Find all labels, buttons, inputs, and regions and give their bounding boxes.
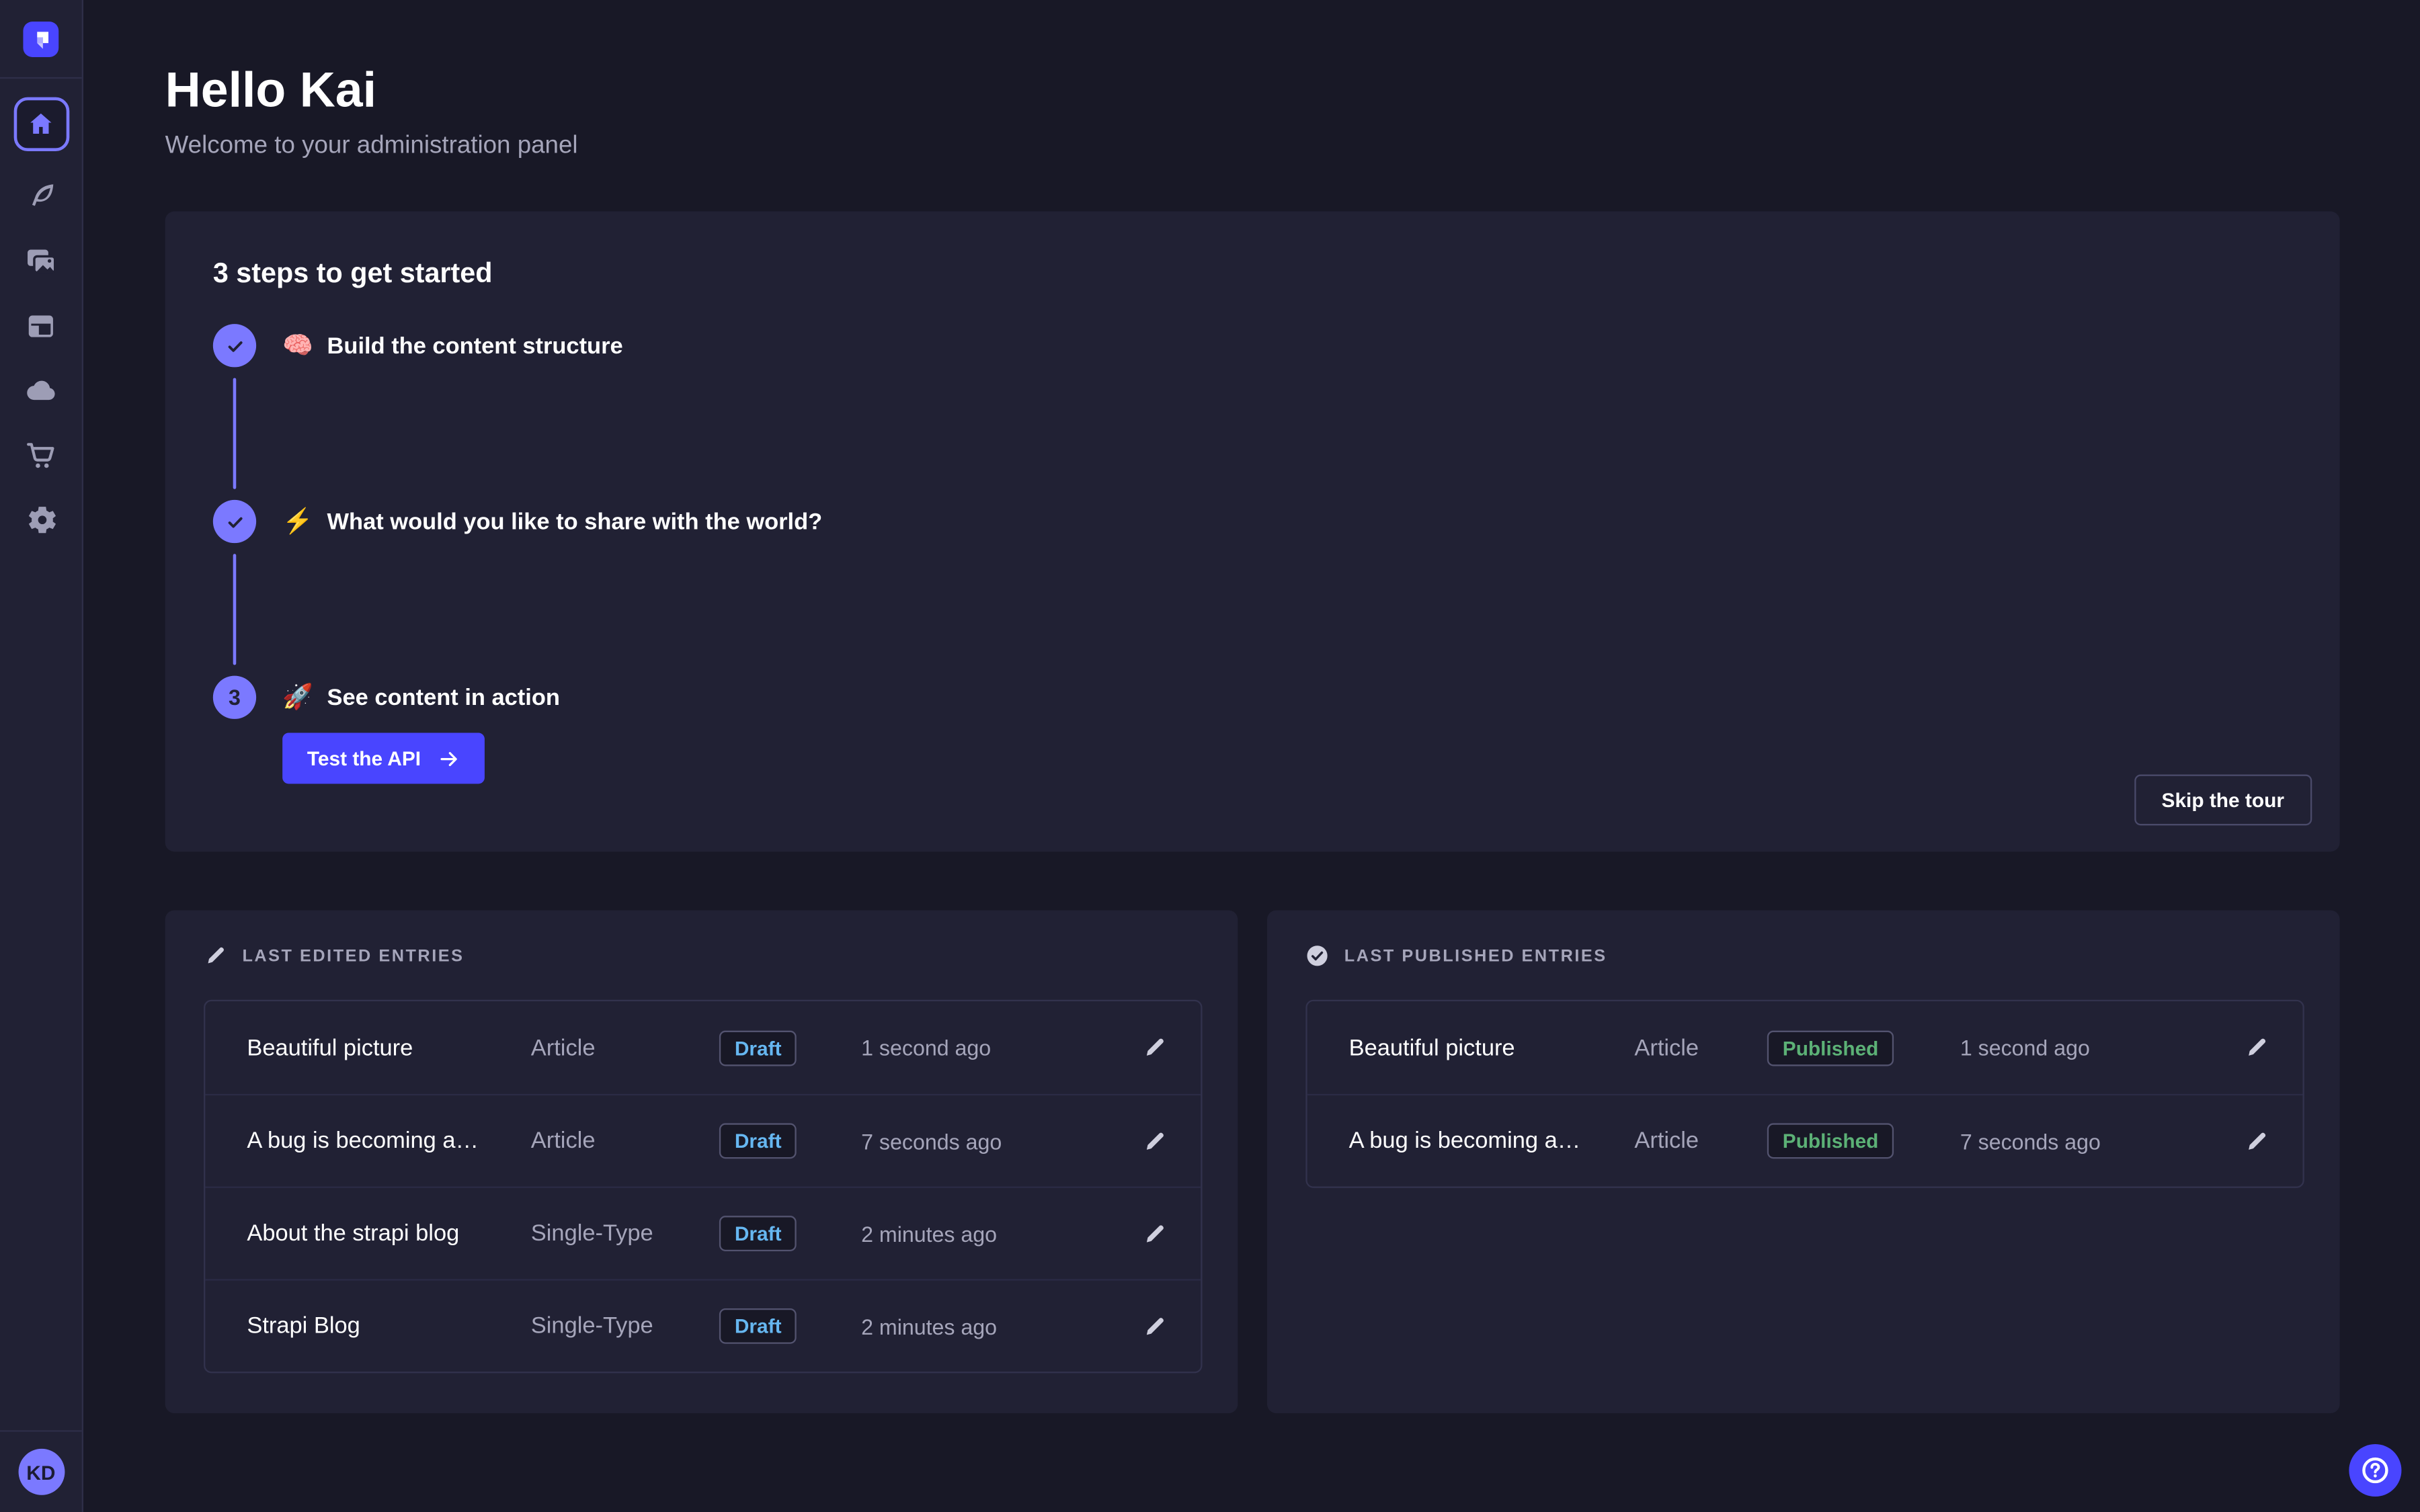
entry-type: Single-Type [531, 1220, 719, 1247]
sidebar-item-media-library[interactable] [21, 241, 61, 281]
entry-title: Beautiful picture [247, 1034, 530, 1060]
help-button[interactable] [2349, 1444, 2401, 1497]
guided-tour-steps: 🧠 Build the content structure [213, 324, 2290, 784]
status-badge: Published [1767, 1123, 1894, 1159]
step-number-badge: 3 [213, 676, 256, 719]
table-row[interactable]: Strapi Blog Single-Type Draft 2 minutes … [205, 1279, 1201, 1372]
images-icon [23, 243, 58, 279]
entry-title: About the strapi blog [247, 1220, 530, 1247]
entry-type: Article [1634, 1034, 1767, 1060]
pencil-icon [1142, 1128, 1167, 1153]
cart-icon [23, 437, 58, 473]
sidebar: KD [0, 0, 83, 1512]
pencil-icon [1142, 1314, 1167, 1339]
table-row[interactable]: Beautiful picture Article Published 1 se… [1307, 1001, 2303, 1094]
entry-type: Article [531, 1034, 719, 1060]
step-connector [233, 378, 237, 489]
status-badge: Draft [719, 1216, 797, 1251]
last-edited-panel: LAST EDITED ENTRIES Beautiful picture Ar… [165, 911, 1238, 1413]
edit-entry-button[interactable] [1130, 1036, 1167, 1060]
brain-emoji: 🧠 [282, 330, 313, 361]
sidebar-item-cloud[interactable] [21, 370, 61, 411]
last-published-title: LAST PUBLISHED ENTRIES [1344, 947, 1607, 966]
sidebar-item-settings[interactable] [21, 500, 61, 540]
pencil-icon [1142, 1036, 1167, 1060]
sidebar-footer: KD [0, 1430, 82, 1512]
strapi-logo-icon [23, 21, 58, 56]
entry-time: 7 seconds ago [861, 1128, 1129, 1153]
page-title: Hello Kai [165, 62, 2420, 119]
sidebar-item-content-type-builder[interactable] [21, 176, 61, 216]
layout-icon [25, 309, 57, 341]
sidebar-item-home[interactable] [13, 97, 69, 151]
entry-title: A bug is becoming a… [247, 1128, 530, 1154]
test-api-button[interactable]: Test the API [282, 733, 484, 784]
edit-entry-button[interactable] [1130, 1128, 1167, 1153]
entry-title: Beautiful picture [1349, 1034, 1635, 1060]
user-avatar[interactable]: KD [17, 1449, 64, 1495]
entry-title: Strapi Blog [247, 1313, 530, 1339]
pencil-icon [1142, 1221, 1167, 1246]
step-done-check-icon [213, 500, 256, 543]
step-label: Build the content structure [327, 333, 623, 359]
guided-tour-title: 3 steps to get started [213, 257, 2290, 290]
entry-time: 2 minutes ago [861, 1314, 1129, 1339]
pencil-icon [204, 944, 227, 967]
entry-type: Article [531, 1128, 719, 1154]
table-row[interactable]: A bug is becoming a… Article Draft 7 sec… [205, 1094, 1201, 1187]
entry-title: A bug is becoming a… [1349, 1128, 1635, 1154]
entry-time: 1 second ago [1960, 1036, 2232, 1060]
sidebar-item-marketplace[interactable] [21, 435, 61, 475]
tour-step-2: ⚡ What would you like to share with the … [213, 500, 2290, 676]
status-badge: Published [1767, 1030, 1894, 1066]
last-edited-table: Beautiful picture Article Draft 1 second… [204, 1000, 1202, 1374]
table-row[interactable]: About the strapi blog Single-Type Draft … [205, 1187, 1201, 1279]
edit-entry-button[interactable] [2232, 1128, 2269, 1153]
step-connector [233, 554, 237, 665]
entry-type: Article [1634, 1128, 1767, 1154]
entry-type: Single-Type [531, 1313, 719, 1339]
page-subtitle: Welcome to your administration panel [165, 132, 2420, 160]
lightning-emoji: ⚡ [282, 506, 313, 537]
status-badge: Draft [719, 1030, 797, 1066]
pencil-icon [2244, 1036, 2269, 1060]
step-done-check-icon [213, 324, 256, 367]
last-published-table: Beautiful picture Article Published 1 se… [1305, 1000, 2304, 1188]
entry-time: 7 seconds ago [1960, 1128, 2232, 1153]
rocket-emoji: 🚀 [282, 682, 313, 713]
skip-tour-button[interactable]: Skip the tour [2134, 775, 2312, 826]
last-published-panel: LAST PUBLISHED ENTRIES Beautiful picture… [1267, 911, 2340, 1413]
table-row[interactable]: A bug is becoming a… Article Published 7… [1307, 1094, 2303, 1187]
edit-entry-button[interactable] [1130, 1314, 1167, 1339]
check-circle-icon [1305, 944, 1328, 967]
entry-time: 2 minutes ago [861, 1221, 1129, 1246]
entries-panels: LAST EDITED ENTRIES Beautiful picture Ar… [165, 911, 2340, 1413]
feather-icon [24, 179, 58, 213]
table-row[interactable]: Beautiful picture Article Draft 1 second… [205, 1001, 1201, 1094]
main-content: Hello Kai Welcome to your administration… [83, 0, 2420, 1512]
status-badge: Draft [719, 1308, 797, 1344]
sidebar-item-content-manager[interactable] [21, 306, 61, 346]
edit-entry-button[interactable] [2232, 1036, 2269, 1060]
last-edited-title: LAST EDITED ENTRIES [242, 947, 464, 966]
question-mark-icon [2360, 1455, 2390, 1486]
edit-entry-button[interactable] [1130, 1221, 1167, 1246]
cloud-icon [22, 372, 59, 409]
strapi-admin-dashboard: KD Hello Kai Welcome to your administrat… [0, 0, 2420, 1512]
gear-icon [24, 503, 58, 537]
entry-time: 1 second ago [861, 1036, 1129, 1060]
guided-tour-card: 3 steps to get started 🧠 Build the conte… [165, 212, 2340, 852]
pencil-icon [2244, 1128, 2269, 1153]
tour-step-3: 3 🚀 See content in action Test the API [213, 676, 2290, 784]
tour-step-1: 🧠 Build the content structure [213, 324, 2290, 500]
step-label: See content in action [327, 684, 560, 710]
sidebar-nav [0, 97, 82, 540]
status-badge: Draft [719, 1123, 797, 1159]
step-label: What would you like to share with the wo… [327, 509, 823, 535]
arrow-right-icon [438, 747, 459, 769]
logo-container [0, 0, 82, 79]
